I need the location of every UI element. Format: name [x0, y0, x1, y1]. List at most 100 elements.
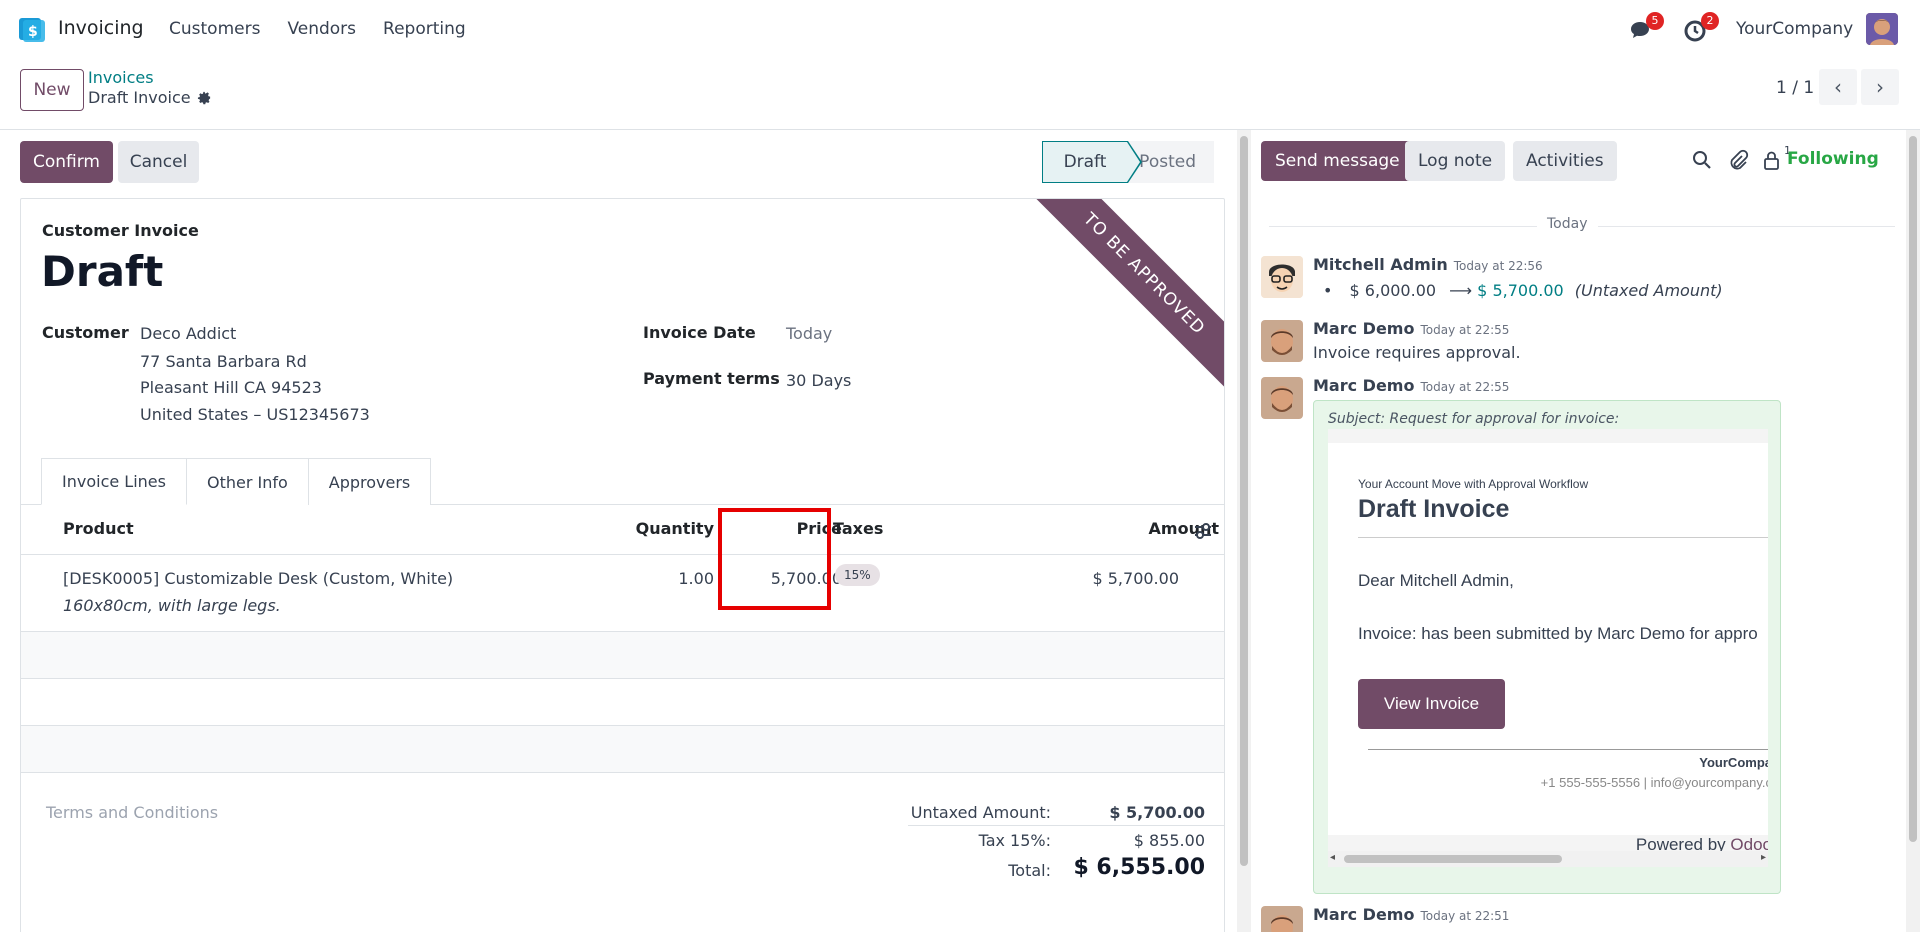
line-quantity[interactable]: 1.00 — [621, 569, 714, 588]
total-label: Total: — [1008, 861, 1051, 880]
message-date: Today at 22:56 — [1453, 259, 1543, 273]
invoicing-app-icon[interactable]: $ — [19, 16, 45, 42]
empty-row — [21, 632, 1224, 678]
breadcrumb-invoices[interactable]: Invoices — [88, 68, 154, 87]
message-author[interactable]: Mitchell Admin Today at 22:56 — [1313, 255, 1543, 274]
svg-text:$: $ — [28, 24, 38, 40]
search-icon[interactable] — [1691, 149, 1713, 171]
tax-badge[interactable]: 15% — [835, 564, 880, 586]
email-greeting: Dear Mitchell Admin, — [1358, 571, 1514, 590]
send-message-button[interactable]: Send message — [1261, 141, 1414, 181]
line-price[interactable]: 5,700.00 — [741, 569, 842, 588]
column-quantity[interactable]: Quantity — [621, 519, 714, 538]
pager-previous-button[interactable]: ‹ — [1819, 69, 1857, 105]
odoo-link[interactable]: Odoo — [1730, 835, 1768, 851]
status-bar: Draft Posted — [1042, 141, 1214, 183]
activities-button[interactable]: 2 — [1679, 12, 1719, 44]
activities-button[interactable]: Activities — [1513, 141, 1617, 181]
column-price[interactable]: Price — [741, 519, 842, 538]
header-divider — [21, 554, 1224, 555]
cancel-button[interactable]: Cancel — [118, 141, 199, 183]
user-avatar[interactable] — [1866, 13, 1898, 45]
email-body-frame: Your Account Move with Approval Workflow… — [1328, 429, 1768, 851]
pager-next-button[interactable]: › — [1861, 69, 1899, 105]
scroll-right-arrow-icon[interactable]: ▸ — [1761, 852, 1766, 863]
form-scrollbar[interactable] — [1237, 130, 1251, 932]
email-scrollbar-thumb[interactable] — [1344, 855, 1562, 863]
new-button[interactable]: New — [20, 69, 84, 111]
column-taxes[interactable]: Taxes — [833, 519, 883, 538]
avatar[interactable] — [1261, 256, 1303, 298]
chatter-scrollbar[interactable] — [1906, 130, 1920, 932]
email-powered-by: Powered by Odoo — [1636, 835, 1768, 851]
empty-row — [21, 726, 1224, 772]
avatar[interactable] — [1261, 377, 1303, 419]
terms-and-conditions-field[interactable]: Terms and Conditions — [46, 803, 218, 822]
optional-columns-icon[interactable] — [1193, 522, 1213, 540]
paperclip-icon[interactable] — [1727, 149, 1749, 171]
email-horizontal-scrollbar[interactable]: ◂ ▸ — [1328, 851, 1768, 867]
email-subject: Subject: Request for approval for invoic… — [1328, 411, 1620, 427]
message-author-name[interactable]: Marc Demo — [1313, 319, 1414, 338]
confirm-button[interactable]: Confirm — [20, 141, 113, 183]
lock-icon[interactable] — [1761, 149, 1783, 171]
status-draft[interactable]: Draft — [1042, 141, 1142, 183]
column-product[interactable]: Product — [63, 519, 134, 538]
to-be-approved-ribbon: TO BE APPROVED — [1021, 199, 1224, 397]
message-author[interactable]: Marc Demo Today at 22:55 — [1313, 319, 1509, 338]
empty-row — [21, 679, 1224, 725]
line-description[interactable]: 160x80cm, with large legs. — [63, 596, 281, 615]
tab-other-info[interactable]: Other Info — [185, 458, 309, 505]
menu-reporting[interactable]: Reporting — [383, 19, 466, 39]
app-name[interactable]: Invoicing — [58, 17, 144, 39]
invoice-date-field[interactable]: Today — [786, 324, 832, 343]
avatar[interactable] — [1261, 320, 1303, 362]
invoice-date-label: Invoice Date — [643, 323, 756, 342]
tab-approvers[interactable]: Approvers — [307, 458, 432, 505]
chevron-right-icon: › — [1876, 75, 1884, 99]
line-amount: $ 5,700.00 — [1092, 569, 1179, 588]
messages-button[interactable]: 5 — [1624, 12, 1664, 44]
chatter-scrollbar-thumb[interactable] — [1909, 136, 1917, 842]
customer-address-line: 77 Santa Barbara Rd — [140, 352, 307, 371]
scroll-left-arrow-icon[interactable]: ◂ — [1330, 852, 1335, 863]
menu-customers[interactable]: Customers — [169, 19, 260, 39]
customer-address-line: United States – US12345673 — [140, 405, 370, 424]
row-divider — [21, 772, 1224, 773]
form-scrollbar-thumb[interactable] — [1240, 136, 1248, 866]
message-author[interactable]: Marc Demo Today at 22:55 — [1313, 376, 1509, 395]
company-switcher[interactable]: YourCompany — [1736, 19, 1853, 39]
gear-icon[interactable] — [197, 90, 212, 105]
customer-label: Customer — [42, 323, 129, 342]
pager-value[interactable]: 1 / 1 — [1776, 78, 1814, 98]
message-author[interactable]: Marc Demo Today at 22:51 — [1313, 905, 1509, 924]
tax-label: Tax 15%: — [978, 831, 1051, 850]
chatter-panel: Send message Log note Activities 1 Follo… — [1251, 130, 1920, 932]
tab-invoice-lines[interactable]: Invoice Lines — [41, 458, 187, 505]
menu-vendors[interactable]: Vendors — [287, 19, 356, 39]
log-note-button[interactable]: Log note — [1405, 141, 1506, 181]
avatar[interactable] — [1261, 906, 1303, 932]
notebook-tabs: Invoice Lines Other Info Approvers — [41, 458, 432, 505]
message-date: Today at 22:51 — [1420, 909, 1510, 923]
view-invoice-button[interactable]: View Invoice — [1358, 679, 1505, 729]
email-footer-divider — [1368, 749, 1768, 750]
email-header-small: Your Account Move with Approval Workflow — [1358, 477, 1589, 491]
message-author-name[interactable]: Marc Demo — [1313, 905, 1414, 924]
top-navbar: $ Invoicing Customers Vendors Reporting … — [0, 0, 1920, 58]
message-date: Today at 22:55 — [1420, 323, 1510, 337]
main-menu: Customers Vendors Reporting — [169, 19, 466, 39]
email-text: Invoice: has been submitted by Marc Demo… — [1358, 624, 1758, 643]
message-author-name[interactable]: Mitchell Admin — [1313, 255, 1448, 274]
message-author-name[interactable]: Marc Demo — [1313, 376, 1414, 395]
powered-by-text: Powered by — [1635, 835, 1731, 851]
customer-field[interactable]: Deco Addict — [140, 324, 236, 343]
line-product[interactable]: [DESK0005] Customizable Desk (Custom, Wh… — [63, 569, 453, 588]
untaxed-amount-value: $ 5,700.00 — [1109, 803, 1205, 822]
payment-terms-label: Payment terms — [643, 369, 780, 388]
chevron-left-icon: ‹ — [1834, 75, 1842, 99]
payment-terms-field[interactable]: 30 Days — [786, 371, 851, 390]
activities-badge: 2 — [1701, 12, 1719, 30]
following-button[interactable]: Following — [1787, 149, 1879, 169]
email-divider — [1358, 537, 1768, 538]
